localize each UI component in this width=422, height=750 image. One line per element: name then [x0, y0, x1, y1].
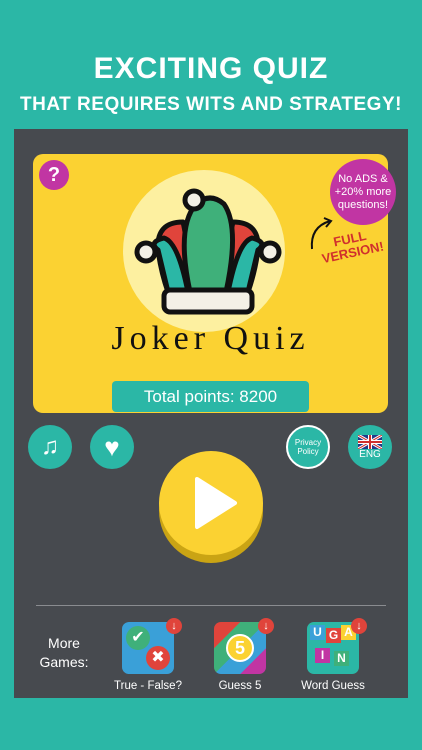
privacy-label-2: Policy: [297, 447, 319, 456]
app-screen: ? Joker Quiz Total points: 8200 No ADS &…: [14, 129, 408, 698]
language-button[interactable]: ENG: [348, 425, 392, 469]
play-button[interactable]: [159, 451, 263, 555]
privacy-label-1: Privacy: [294, 438, 322, 447]
favorite-button[interactable]: ♥: [90, 425, 134, 469]
language-label: ENG: [359, 448, 381, 460]
game-label: Guess 5: [218, 680, 262, 692]
music-button[interactable]: ♫: [28, 425, 72, 469]
jester-hat-icon: [134, 188, 282, 315]
music-note-icon: ♫: [41, 433, 59, 460]
download-icon: ↓: [351, 618, 367, 634]
help-button[interactable]: ?: [39, 160, 69, 190]
download-icon: ↓: [258, 618, 274, 634]
letter-u: U: [310, 625, 325, 640]
game-true-false[interactable]: ✔ ✖ ↓ True - False?: [114, 618, 182, 692]
promo-line3: questions!: [337, 198, 389, 211]
privacy-policy-button[interactable]: Privacy Policy: [286, 425, 330, 469]
headline-subtitle: THAT REQUIRES WITS AND STRATEGY!: [20, 94, 402, 115]
heart-icon: ♥: [104, 431, 120, 462]
promo-line1: No ADS &: [338, 172, 388, 185]
divider: [36, 605, 386, 606]
promo-line2: +20% more: [334, 185, 392, 198]
cross-icon: ✖: [146, 646, 170, 670]
letter-g: G: [326, 628, 341, 643]
headline-title: EXCITING QUIZ: [93, 52, 329, 85]
uk-flag-icon: [358, 434, 382, 449]
game-label: Word Guess: [301, 680, 365, 692]
no-ads-promo-button[interactable]: No ADS & +20% more questions!: [330, 159, 396, 225]
letter-i: I: [315, 648, 330, 663]
game-word-guess[interactable]: U G A I N ↓ Word Guess: [301, 618, 367, 692]
game-guess-5[interactable]: 5 ↓ Guess 5: [210, 618, 274, 692]
number-five-icon: 5: [226, 634, 254, 662]
more-games-label: More Games:: [36, 634, 92, 672]
more-games-line1: More: [48, 635, 80, 651]
game-label: True - False?: [114, 680, 182, 692]
total-points-banner: Total points: 8200: [112, 381, 309, 412]
check-icon: ✔: [126, 626, 150, 650]
letter-n: N: [334, 651, 349, 666]
download-icon: ↓: [166, 618, 182, 634]
play-icon: [195, 477, 237, 529]
more-games-line2: Games:: [39, 654, 89, 670]
app-title: Joker Quiz: [111, 320, 310, 357]
